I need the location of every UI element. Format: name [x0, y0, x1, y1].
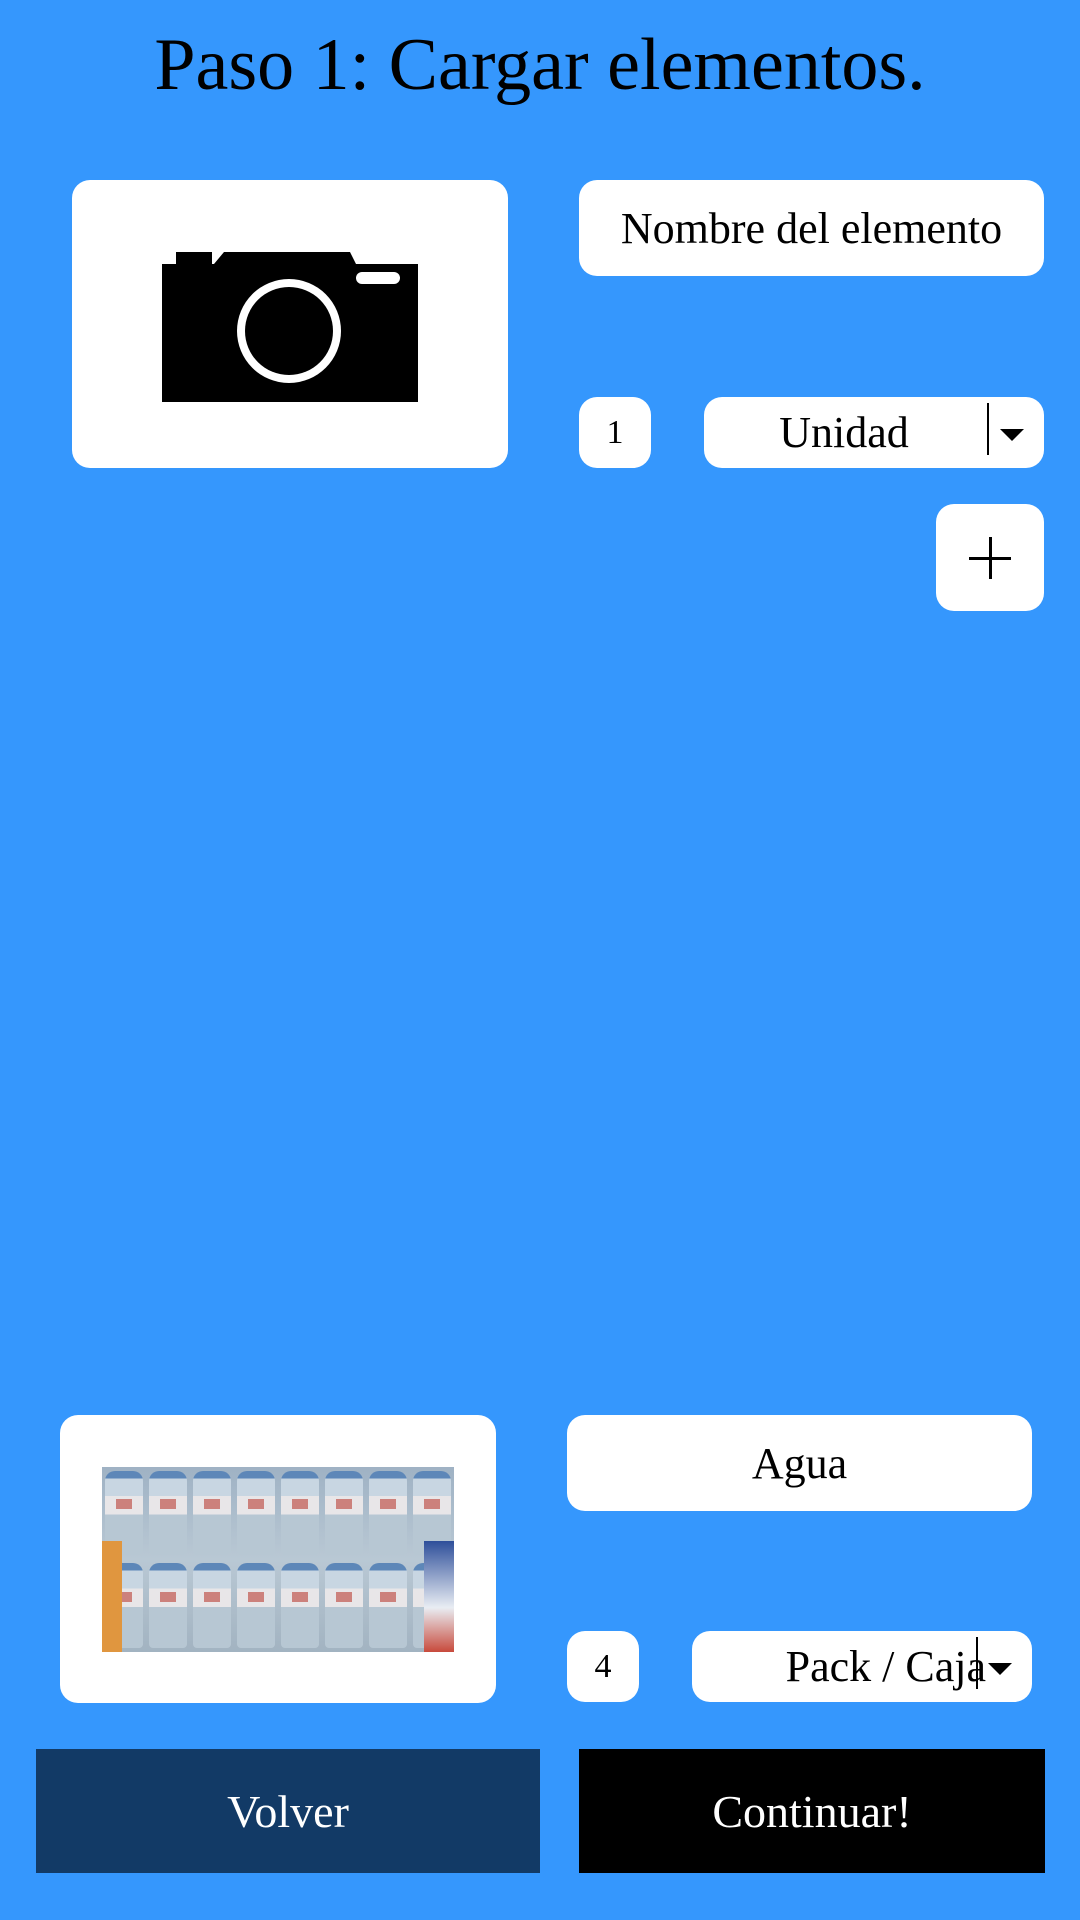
item-photo	[102, 1466, 454, 1652]
back-button[interactable]: Volver	[36, 1749, 540, 1873]
chevron-down-icon	[1000, 429, 1024, 441]
unit-select[interactable]: Unidad	[704, 397, 1044, 468]
item-unit-select[interactable]: Pack / Caja	[692, 1631, 1032, 1702]
unit-select-value: Unidad	[779, 408, 909, 457]
photo-upload-box[interactable]	[72, 180, 508, 468]
select-divider	[976, 1637, 978, 1689]
camera-icon	[162, 252, 418, 402]
plus-icon	[969, 536, 1011, 579]
quantity-input[interactable]: 1	[579, 397, 651, 468]
item-unit-select-value: Pack / Caja	[785, 1642, 986, 1691]
item-quantity-field[interactable]: 4	[567, 1631, 639, 1702]
continue-button[interactable]: Continuar!	[579, 1749, 1045, 1873]
page-title: Paso 1: Cargar elementos.	[154, 24, 926, 106]
item-name-field[interactable]: Agua	[567, 1415, 1032, 1511]
add-item-button[interactable]	[936, 504, 1044, 611]
chevron-down-icon	[988, 1663, 1012, 1675]
item-name-input[interactable]: Nombre del elemento	[579, 180, 1044, 276]
item-photo-box[interactable]	[60, 1415, 496, 1703]
select-divider	[987, 403, 989, 455]
